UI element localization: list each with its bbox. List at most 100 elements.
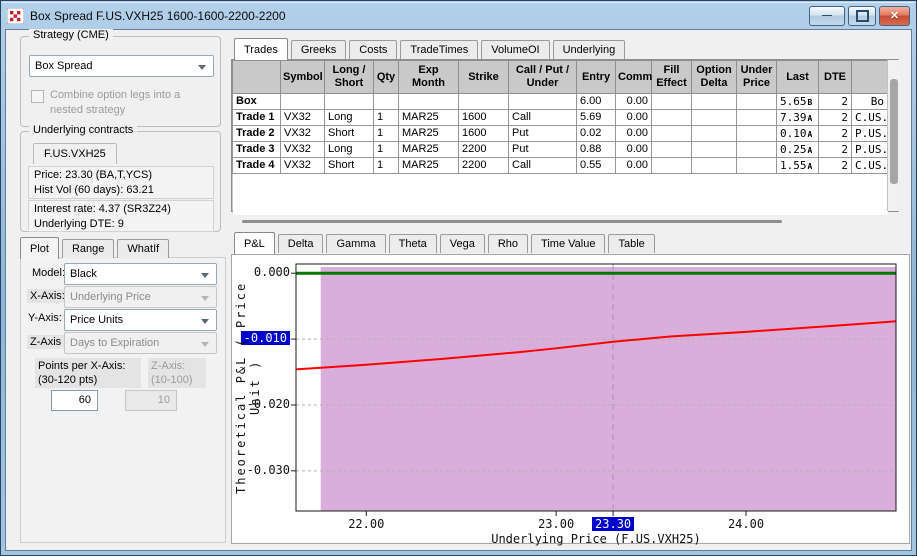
cell-under[interactable] xyxy=(737,142,777,158)
cell-qty[interactable]: 1 xyxy=(374,126,399,142)
cell-delta[interactable] xyxy=(692,158,737,174)
cell-last[interactable]: 7.39A xyxy=(777,110,819,126)
cell-symbol[interactable]: VX32 xyxy=(281,158,325,174)
maximize-button[interactable] xyxy=(848,6,876,26)
cell-symbol[interactable] xyxy=(281,94,325,110)
cell-delta[interactable] xyxy=(692,126,737,142)
minimize-button[interactable]: — xyxy=(809,6,845,26)
tab-whatif[interactable]: WhatIf xyxy=(117,239,169,258)
cell-comm[interactable]: 0.00 xyxy=(616,126,652,142)
cell-desc[interactable]: C.US. xyxy=(852,110,888,126)
cell-qty[interactable]: 1 xyxy=(374,158,399,174)
tab-table[interactable]: Table xyxy=(608,234,654,253)
cell-desc[interactable]: P.US. xyxy=(852,142,888,158)
tab-plot[interactable]: Plot xyxy=(20,237,59,259)
cell-strike[interactable]: 1600 xyxy=(459,110,509,126)
x-axis-select[interactable]: Underlying Price xyxy=(64,286,217,308)
tab-range[interactable]: Range xyxy=(62,239,114,258)
cell-entry[interactable]: 5.69 xyxy=(577,110,616,126)
cell-cpu[interactable] xyxy=(509,94,577,110)
cell-strike[interactable] xyxy=(459,94,509,110)
y-axis-select[interactable]: Price Units xyxy=(64,309,217,331)
tab-theta[interactable]: Theta xyxy=(389,234,437,253)
cell-last[interactable]: 5.65B xyxy=(777,94,819,110)
strategy-select[interactable]: Box Spread xyxy=(29,55,214,77)
cell-fill[interactable] xyxy=(652,126,692,142)
cell-dte[interactable]: 2 xyxy=(819,142,852,158)
points-per-xaxis-input[interactable]: 60 xyxy=(51,390,98,411)
cell-dte[interactable]: 2 xyxy=(819,110,852,126)
cell-cpu[interactable]: Put xyxy=(509,126,577,142)
cell-last[interactable]: 0.10A xyxy=(777,126,819,142)
tab-gamma[interactable]: Gamma xyxy=(326,234,385,253)
model-select[interactable]: Black xyxy=(64,263,217,285)
cell-exp[interactable]: MAR25 xyxy=(399,158,459,174)
cell-desc[interactable]: C.US. xyxy=(852,158,888,174)
row-label[interactable]: Trade 2 xyxy=(233,126,281,142)
cell-under[interactable] xyxy=(737,94,777,110)
cell-desc[interactable]: Bo xyxy=(852,94,888,110)
cell-qty[interactable]: 1 xyxy=(374,142,399,158)
cell-dte[interactable]: 2 xyxy=(819,158,852,174)
cell-last[interactable]: 1.55A xyxy=(777,158,819,174)
cell-strike[interactable]: 2200 xyxy=(459,142,509,158)
cell-delta[interactable] xyxy=(692,142,737,158)
cell-exp[interactable]: MAR25 xyxy=(399,142,459,158)
cell-side[interactable]: Long xyxy=(325,110,374,126)
cell-symbol[interactable]: VX32 xyxy=(281,142,325,158)
cell-fill[interactable] xyxy=(652,158,692,174)
tab-greeks[interactable]: Greeks xyxy=(291,40,346,59)
row-label[interactable]: Trade 3 xyxy=(233,142,281,158)
cell-entry[interactable]: 0.88 xyxy=(577,142,616,158)
cell-exp[interactable] xyxy=(399,94,459,110)
row-label[interactable]: Trade 1 xyxy=(233,110,281,126)
horizontal-scrollbar[interactable] xyxy=(242,220,782,223)
cell-qty[interactable]: 1 xyxy=(374,110,399,126)
tab-trades[interactable]: Trades xyxy=(234,38,288,60)
tab-underlying[interactable]: Underlying xyxy=(553,40,626,59)
cell-cpu[interactable]: Put xyxy=(509,142,577,158)
cell-dte[interactable]: 2 xyxy=(819,126,852,142)
tab-time-value[interactable]: Time Value xyxy=(531,234,605,253)
cell-fill[interactable] xyxy=(652,94,692,110)
contract-tab[interactable]: F.US.VXH25 xyxy=(33,143,117,164)
cell-side[interactable]: Short xyxy=(325,126,374,142)
tab-rho[interactable]: Rho xyxy=(488,234,528,253)
cell-strike[interactable]: 1600 xyxy=(459,126,509,142)
cell-delta[interactable] xyxy=(692,94,737,110)
vertical-scrollbar[interactable] xyxy=(887,60,900,211)
cell-side[interactable]: Long xyxy=(325,142,374,158)
tab-volumeoi[interactable]: VolumeOI xyxy=(481,40,549,59)
cell-under[interactable] xyxy=(737,158,777,174)
cell-symbol[interactable]: VX32 xyxy=(281,110,325,126)
cell-exp[interactable]: MAR25 xyxy=(399,110,459,126)
cell-delta[interactable] xyxy=(692,110,737,126)
cell-dte[interactable]: 2 xyxy=(819,94,852,110)
cell-comm[interactable]: 0.00 xyxy=(616,110,652,126)
cell-comm[interactable]: 0.00 xyxy=(616,142,652,158)
cell-under[interactable] xyxy=(737,110,777,126)
scrollbar-thumb[interactable] xyxy=(890,79,898,184)
cell-cpu[interactable]: Call xyxy=(509,158,577,174)
cell-qty[interactable] xyxy=(374,94,399,110)
cell-under[interactable] xyxy=(737,126,777,142)
row-label[interactable]: Box xyxy=(233,94,281,110)
close-button[interactable]: ✕ xyxy=(879,6,910,26)
cell-entry[interactable]: 0.55 xyxy=(577,158,616,174)
cell-comm[interactable]: 0.00 xyxy=(616,94,652,110)
cell-desc[interactable]: P.US. xyxy=(852,126,888,142)
nested-strategy-checkbox[interactable] xyxy=(31,90,44,103)
row-label[interactable]: Trade 4 xyxy=(233,158,281,174)
cell-cpu[interactable]: Call xyxy=(509,110,577,126)
z-axis-select[interactable]: Days to Expiration xyxy=(64,332,217,354)
z-points-input[interactable]: 10 xyxy=(125,390,177,411)
cell-comm[interactable]: 0.00 xyxy=(616,158,652,174)
tab-delta[interactable]: Delta xyxy=(278,234,324,253)
cell-entry[interactable]: 0.02 xyxy=(577,126,616,142)
cell-side[interactable] xyxy=(325,94,374,110)
tab-tradetimes[interactable]: TradeTimes xyxy=(400,40,478,59)
cell-symbol[interactable]: VX32 xyxy=(281,126,325,142)
cell-exp[interactable]: MAR25 xyxy=(399,126,459,142)
cell-strike[interactable]: 2200 xyxy=(459,158,509,174)
tab-pnl[interactable]: P&L xyxy=(234,232,275,254)
